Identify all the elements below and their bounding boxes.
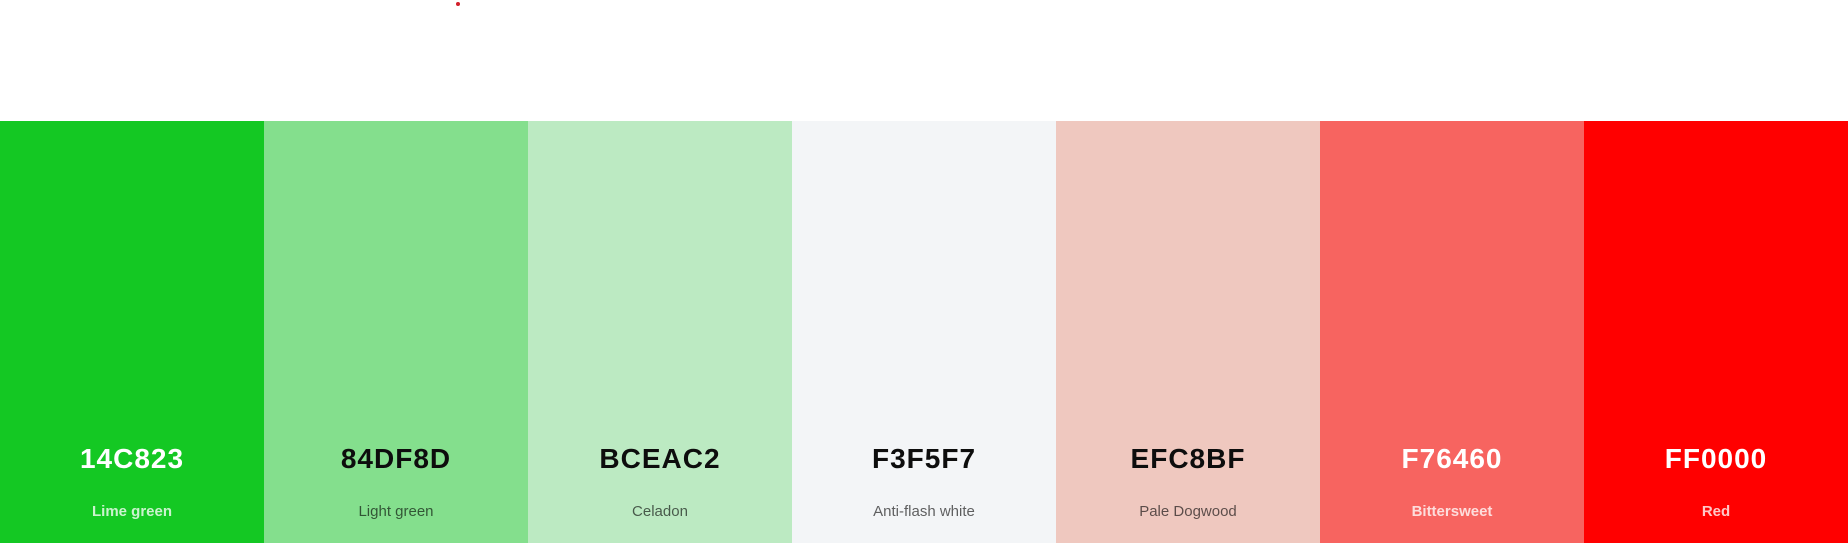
- swatch-color-name: Light green: [358, 503, 434, 520]
- swatch-hex-code: BCEAC2: [599, 443, 721, 474]
- swatch-color-name: Anti-flash white: [873, 503, 975, 520]
- swatch-hex-code: F3F5F7: [871, 443, 977, 474]
- swatch-hex-code: EFC8BF: [1130, 443, 1246, 474]
- color-palette: 14C823 Lime green 84DF8D Light green BCE…: [0, 121, 1848, 543]
- swatch-light-green[interactable]: 84DF8D Light green: [264, 121, 528, 543]
- swatch-color-name: Lime green: [91, 503, 173, 520]
- swatch-anti-flash-white[interactable]: F3F5F7 Anti-flash white: [792, 121, 1056, 543]
- swatch-hex-code: 84DF8D: [340, 443, 452, 474]
- swatch-hex-code: F76460: [1401, 443, 1503, 474]
- indicator-dot: [456, 2, 460, 6]
- swatch-celadon[interactable]: BCEAC2 Celadon: [528, 121, 792, 543]
- swatch-color-name: Red: [1701, 503, 1731, 520]
- swatch-hex-code: 14C823: [79, 443, 185, 474]
- swatch-bittersweet[interactable]: F76460 Bittersweet: [1320, 121, 1584, 543]
- swatch-red[interactable]: FF0000 Red: [1584, 121, 1848, 543]
- swatch-lime-green[interactable]: 14C823 Lime green: [0, 121, 264, 543]
- header-area: [0, 0, 1848, 121]
- swatch-color-name: Pale Dogwood: [1139, 503, 1237, 520]
- swatch-color-name: Bittersweet: [1411, 503, 1493, 520]
- swatch-hex-code: FF0000: [1664, 443, 1768, 474]
- swatch-color-name: Celadon: [632, 503, 688, 520]
- swatch-pale-dogwood[interactable]: EFC8BF Pale Dogwood: [1056, 121, 1320, 543]
